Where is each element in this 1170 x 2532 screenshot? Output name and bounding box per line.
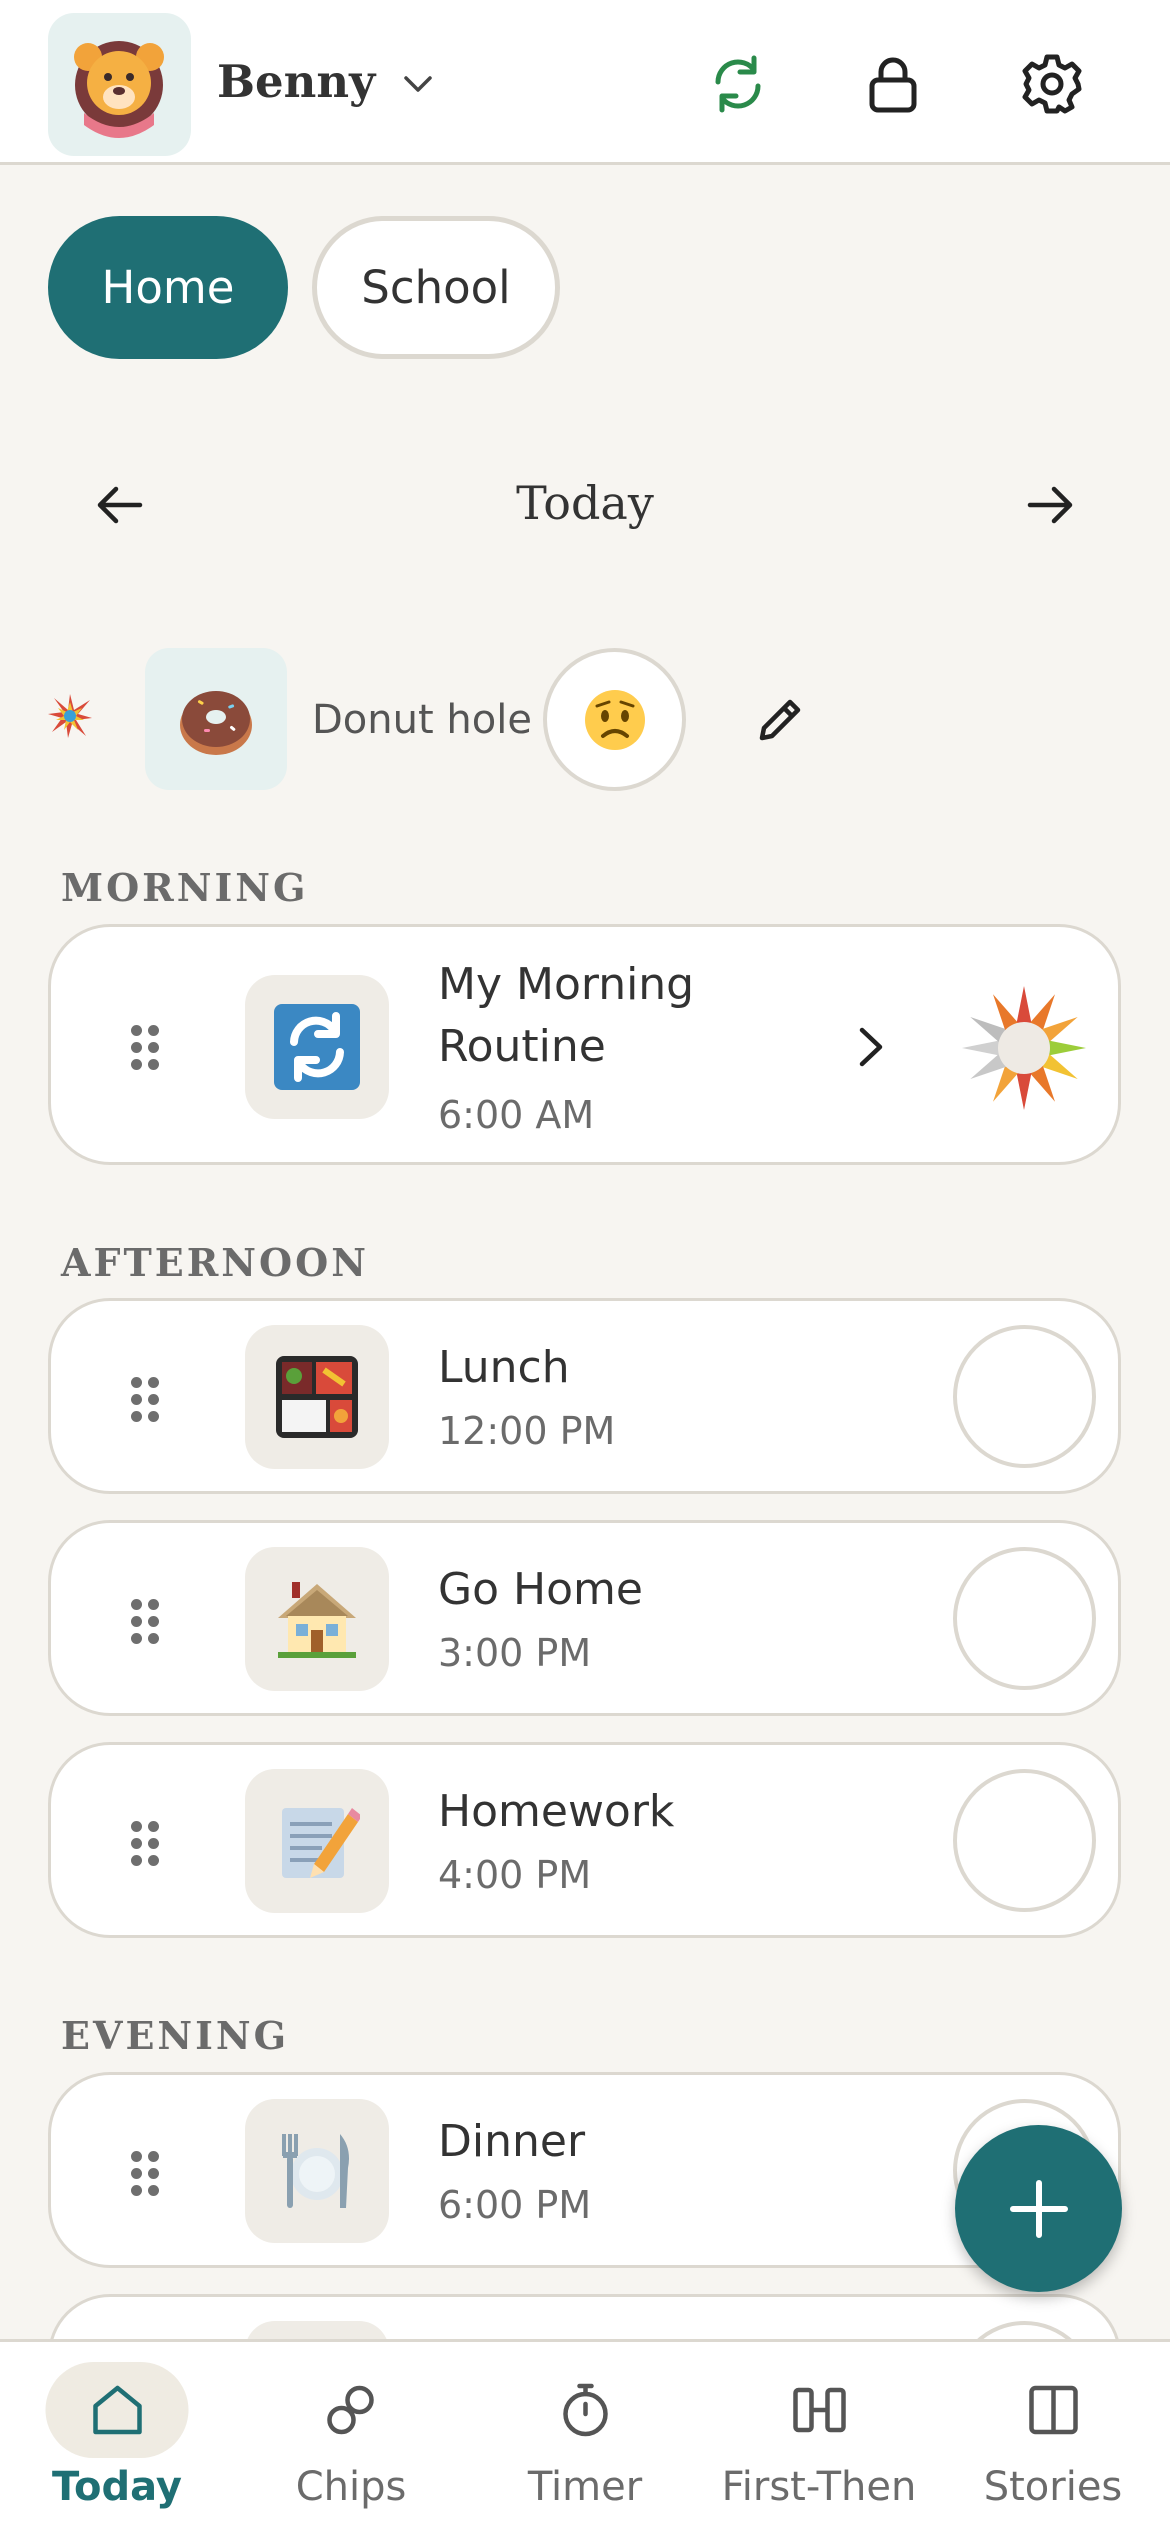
tab-school[interactable]: School bbox=[312, 216, 560, 359]
tab-home[interactable]: Home bbox=[48, 216, 288, 359]
nav-label: Today bbox=[52, 2464, 182, 2510]
top-bar: Benny bbox=[0, 0, 1170, 165]
nav-first-then[interactable]: First-Then bbox=[702, 2342, 936, 2532]
nav-icon-container bbox=[280, 2362, 423, 2458]
burst-icon bbox=[48, 694, 92, 738]
donut-icon bbox=[180, 691, 252, 755]
plus-icon bbox=[1009, 2179, 1068, 2238]
book-icon bbox=[1028, 2385, 1078, 2435]
sync-icon bbox=[715, 55, 761, 113]
routine-thumbnail bbox=[245, 2099, 389, 2243]
chevron-right-icon[interactable] bbox=[846, 1022, 896, 1072]
lion-avatar-icon bbox=[74, 41, 164, 138]
sync-button[interactable] bbox=[698, 44, 778, 124]
routine-card-homework[interactable]: Homework 4:00 PM bbox=[48, 1742, 1121, 1938]
nav-label: Chips bbox=[295, 2464, 407, 2510]
previous-day-button[interactable] bbox=[80, 465, 160, 545]
routine-title: Dinner bbox=[438, 2116, 586, 2167]
next-day-button[interactable] bbox=[1010, 465, 1090, 545]
routine-title: Lunch bbox=[438, 1342, 570, 1393]
nav-icon-container bbox=[514, 2362, 657, 2458]
nav-icon-container bbox=[748, 2362, 891, 2458]
mood-face-button[interactable] bbox=[543, 648, 686, 791]
nav-label: Timer bbox=[527, 2464, 643, 2510]
drag-handle-icon[interactable] bbox=[131, 1599, 161, 1645]
routine-thumbnail bbox=[245, 975, 389, 1119]
home-icon bbox=[92, 2385, 142, 2435]
section-morning: MORNING bbox=[61, 865, 309, 910]
chips-icon bbox=[326, 2385, 374, 2435]
date-label: Today bbox=[516, 476, 654, 530]
nav-chips[interactable]: Chips bbox=[234, 2342, 468, 2532]
routine-time: 12:00 PM bbox=[438, 1409, 616, 1453]
routine-time: 6:00 PM bbox=[438, 2183, 592, 2227]
first-then-icon bbox=[792, 2387, 846, 2433]
drag-handle-icon[interactable] bbox=[131, 1025, 161, 1071]
edit-mood-button[interactable] bbox=[740, 680, 820, 760]
bottom-navigation: Today Chips Timer First-Then Stories bbox=[0, 2339, 1170, 2532]
chevron-down-icon[interactable] bbox=[398, 64, 438, 104]
bento-box-icon bbox=[276, 1356, 358, 1438]
drag-handle-icon[interactable] bbox=[131, 1821, 161, 1867]
routine-title: Homework bbox=[438, 1786, 675, 1837]
drag-handle-icon[interactable] bbox=[131, 2151, 161, 2197]
drag-handle-icon[interactable] bbox=[131, 1377, 161, 1423]
stopwatch-icon bbox=[562, 2383, 608, 2437]
nav-stories[interactable]: Stories bbox=[936, 2342, 1170, 2532]
routine-thumbnail bbox=[245, 1325, 389, 1469]
complete-checkbox[interactable] bbox=[953, 1547, 1096, 1690]
add-routine-button[interactable] bbox=[955, 2125, 1122, 2292]
routine-title: Go Home bbox=[438, 1564, 643, 1615]
sun-progress-icon bbox=[962, 986, 1086, 1110]
app-screen: Benny Home School Today Donut hole MORNI… bbox=[0, 0, 1170, 2532]
house-icon bbox=[278, 1582, 356, 1658]
routine-card-lunch[interactable]: Lunch 12:00 PM bbox=[48, 1298, 1121, 1494]
complete-checkbox[interactable] bbox=[953, 1325, 1096, 1468]
plate-fork-knife-icon bbox=[282, 2134, 349, 2208]
routine-card-morning-routine[interactable]: My Morning Routine 6:00 AM bbox=[48, 924, 1121, 1165]
routine-card-go-home[interactable]: Go Home 3:00 PM bbox=[48, 1520, 1121, 1716]
lock-icon bbox=[869, 57, 917, 113]
nav-icon-container bbox=[982, 2362, 1125, 2458]
routine-thumbnail bbox=[245, 1547, 389, 1691]
section-evening: EVENING bbox=[61, 2013, 290, 2058]
mood-label: Donut hole bbox=[312, 697, 532, 743]
mood-thumbnail[interactable] bbox=[145, 648, 287, 790]
repeat-icon bbox=[274, 1004, 360, 1090]
profile-name[interactable]: Benny bbox=[217, 55, 375, 108]
complete-checkbox[interactable] bbox=[953, 1769, 1096, 1912]
nav-timer[interactable]: Timer bbox=[468, 2342, 702, 2532]
profile-avatar[interactable] bbox=[48, 13, 191, 156]
arrow-left-icon bbox=[97, 486, 143, 524]
pencil-icon bbox=[759, 699, 801, 741]
settings-button[interactable] bbox=[1012, 44, 1092, 124]
routine-time: 4:00 PM bbox=[438, 1853, 592, 1897]
nav-today[interactable]: Today bbox=[0, 2342, 234, 2532]
nav-label: Stories bbox=[983, 2464, 1123, 2510]
nav-icon-container bbox=[45, 2362, 189, 2458]
routine-time: 6:00 AM bbox=[438, 1093, 595, 1137]
section-afternoon: AFTERNOON bbox=[61, 1240, 369, 1285]
arrow-right-icon bbox=[1027, 486, 1073, 524]
routine-thumbnail bbox=[245, 1769, 389, 1913]
routine-time: 3:00 PM bbox=[438, 1631, 592, 1675]
routine-title: My Morning Routine bbox=[438, 959, 695, 1072]
memo-pencil-icon bbox=[282, 1808, 360, 1878]
nav-label: First-Then bbox=[721, 2464, 917, 2510]
gear-icon bbox=[1022, 54, 1082, 114]
lock-button[interactable] bbox=[853, 44, 933, 124]
worried-face-icon bbox=[584, 689, 645, 750]
